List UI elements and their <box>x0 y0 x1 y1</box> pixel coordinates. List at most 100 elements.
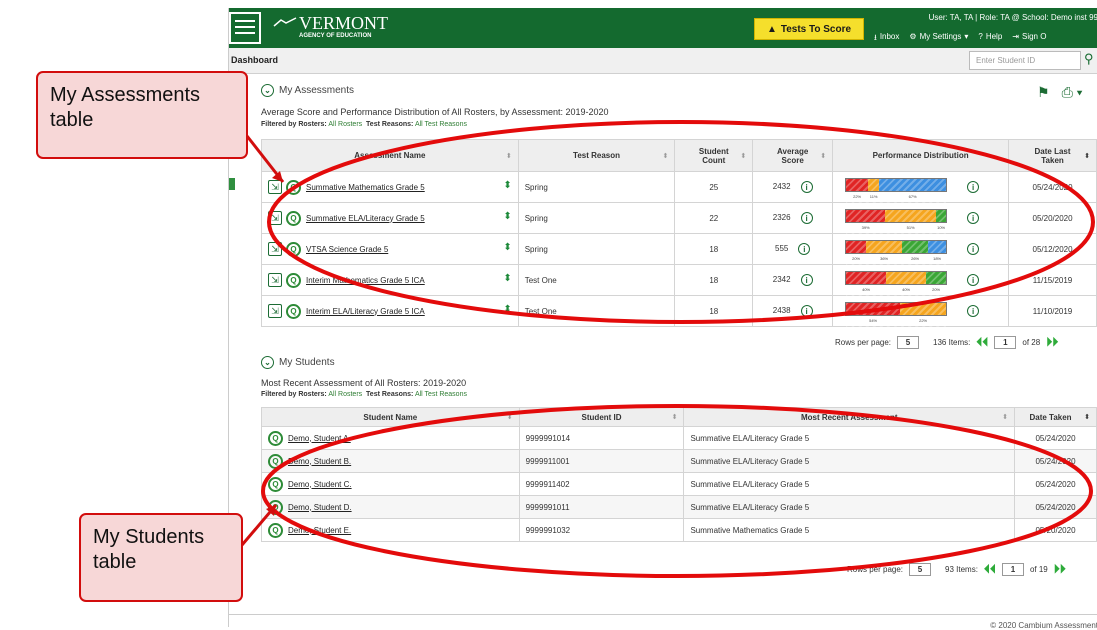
filter-reasons-value[interactable]: All Test Reasons <box>415 121 467 128</box>
tests-to-score-button[interactable]: ▲ Tests To Score <box>754 18 864 40</box>
assessment-link[interactable]: Interim Mathematics Grade 5 ICA <box>306 276 425 285</box>
col-date-taken[interactable]: Date Taken ⬍ <box>1014 407 1097 427</box>
export-icon[interactable]: ⇲ <box>268 273 282 287</box>
col-performance-distribution[interactable]: Performance Distribution <box>832 139 1010 172</box>
filter-rosters-value[interactable]: All Rosters <box>328 391 362 398</box>
collapse-chevron-icon[interactable]: ⌄ <box>261 84 274 97</box>
page-title: Dashboard <box>231 55 279 65</box>
students-table-body: Q Demo, Student A. 9999991014 Summative ELA… <box>261 426 1097 542</box>
gear-icon: ⚙ <box>909 32 917 41</box>
page-number-input[interactable]: 1 <box>994 336 1017 349</box>
student-link[interactable]: Demo, Student C. <box>288 480 352 489</box>
average-score-value: 555 <box>775 244 789 254</box>
table-row: ⇲ Q Interim Mathematics Grade 5 ICA ⬍ Test O… <box>261 264 1097 299</box>
magnifier-icon[interactable]: Q <box>286 272 301 288</box>
help-link[interactable]: ? Help <box>978 32 1002 46</box>
col-student-name[interactable]: Student Name ⬍ <box>261 407 520 427</box>
student-link[interactable]: Demo, Student B. <box>288 457 351 466</box>
filter-rosters-value[interactable]: All Rosters <box>328 121 362 128</box>
rows-per-page-select[interactable]: 5 <box>897 336 920 349</box>
info-icon[interactable]: i <box>967 181 980 193</box>
magnifier-icon[interactable]: Q <box>286 210 301 226</box>
expand-arrows-icon[interactable]: ⬍ <box>503 211 511 222</box>
table-row: ⇲ Q Interim ELA/Literacy Grade 5 ICA ⬍ Test … <box>261 295 1097 330</box>
performance-distribution-bar[interactable]: 20% 36% 26% 18% <box>845 240 948 268</box>
student-id-search-input[interactable] <box>969 51 1081 70</box>
assessment-link[interactable]: VTSA Science Grade 5 <box>306 245 388 254</box>
user-menu: ⭳ Inbox ⚙ My Settings ▾ ? Help ⇥ Sign O <box>874 32 1046 46</box>
info-icon[interactable]: i <box>800 305 813 317</box>
rows-per-page-select[interactable]: 5 <box>909 563 932 576</box>
col-test-reason[interactable]: Test Reason ⬍ <box>517 139 676 172</box>
magnifier-icon[interactable]: Q <box>286 241 301 257</box>
magnifier-icon[interactable]: Q <box>268 499 283 515</box>
average-score-value: 2342 <box>772 275 791 285</box>
table-row: Q Demo, Student B. 9999911001 Summative ELA… <box>261 449 1097 473</box>
info-icon[interactable]: i <box>967 212 980 224</box>
col-student-id[interactable]: Student ID ⬍ <box>518 407 685 427</box>
col-assessment-name[interactable]: Assessment Name ⬍ <box>261 139 519 172</box>
roster-icon[interactable]: ⚑ <box>1037 84 1050 101</box>
col-average-score-label: Average Score <box>777 146 809 165</box>
export-icon[interactable]: ⇲ <box>268 180 282 194</box>
filter-reasons-value[interactable]: All Test Reasons <box>415 391 467 398</box>
col-average-score[interactable]: Average Score ⬍ <box>752 139 834 172</box>
students-section-header[interactable]: ⌄ My Students <box>261 356 335 369</box>
prev-page-icon[interactable]: ⏴⏴ <box>976 335 988 350</box>
col-date-last-taken[interactable]: Date Last Taken ⬍ <box>1008 139 1097 172</box>
performance-distribution-bar[interactable]: 40% 40% 20% <box>845 271 948 299</box>
info-icon[interactable]: i <box>798 243 811 255</box>
export-icon[interactable]: ⇲ <box>268 304 282 318</box>
info-icon[interactable]: i <box>967 243 980 255</box>
export-icon[interactable]: ⇲ <box>268 211 282 225</box>
expand-arrows-icon[interactable]: ⬍ <box>503 242 511 253</box>
expand-arrows-icon[interactable]: ⬍ <box>503 180 511 191</box>
print-icon[interactable]: ⎙ ▾ <box>1062 84 1083 101</box>
col-student-count[interactable]: Student Count ⬍ <box>674 139 754 172</box>
assessment-link[interactable]: Summative Mathematics Grade 5 <box>306 183 425 192</box>
student-link[interactable]: Demo, Student E. <box>288 526 351 535</box>
info-icon[interactable]: i <box>967 305 980 317</box>
assessments-section-header[interactable]: ⌄ My Assessments <box>261 84 354 97</box>
info-icon[interactable]: i <box>967 274 980 286</box>
page-number-input[interactable]: 1 <box>1001 563 1024 576</box>
performance-distribution-bar[interactable]: 22% 11% 67% <box>845 178 948 206</box>
info-icon[interactable]: i <box>800 181 813 193</box>
next-page-icon[interactable]: ⏵⏵ <box>1046 335 1058 350</box>
magnifier-icon[interactable]: Q <box>268 430 283 446</box>
side-tab-marker[interactable] <box>229 178 235 190</box>
collapse-chevron-icon[interactable]: ⌄ <box>261 356 274 369</box>
student-link[interactable]: Demo, Student A. <box>288 434 351 443</box>
students-subtitle: Most Recent Assessment of All Rosters: 2… <box>261 378 467 388</box>
expand-arrows-icon[interactable]: ⬍ <box>503 304 511 315</box>
my-settings-label: My Settings <box>919 32 962 41</box>
assessment-link[interactable]: Interim ELA/Literacy Grade 5 ICA <box>306 307 425 316</box>
assessment-name-cell: ⇲ Q Summative Mathematics Grade 5 ⬍ <box>261 171 519 203</box>
performance-segment <box>902 241 929 253</box>
my-settings-link[interactable]: ⚙ My Settings ▾ <box>909 32 968 46</box>
inbox-link[interactable]: ⭳ Inbox <box>874 32 899 46</box>
info-icon[interactable]: i <box>800 274 813 286</box>
performance-distribution-bar[interactable]: 39% 51% 10% <box>845 209 948 237</box>
info-icon[interactable]: i <box>800 212 813 224</box>
agency-logo[interactable]: VERMONT AGENCY OF EDUCATION <box>273 13 388 39</box>
magnifier-icon[interactable]: Q <box>286 303 301 319</box>
col-most-recent-assessment[interactable]: Most Recent Assessment ⬍ <box>683 407 1016 427</box>
performance-percent-labels: 54% 22% <box>846 318 947 330</box>
most-recent-assessment-cell: Summative ELA/Literacy Grade 5 <box>683 426 1016 450</box>
prev-page-icon[interactable]: ⏴⏴ <box>984 562 996 577</box>
magnifier-icon[interactable]: Q <box>268 476 283 492</box>
magnifier-icon[interactable]: Q <box>268 522 283 538</box>
student-link[interactable]: Demo, Student D. <box>288 503 352 512</box>
search-icon[interactable]: ⚲ <box>1084 51 1094 67</box>
next-page-icon[interactable]: ⏵⏵ <box>1054 562 1066 577</box>
col-test-reason-label: Test Reason <box>573 151 621 160</box>
export-icon[interactable]: ⇲ <box>268 242 282 256</box>
performance-distribution-bar[interactable]: 54% 22% <box>845 302 948 330</box>
magnifier-icon[interactable]: Q <box>286 179 301 195</box>
assessment-link[interactable]: Summative ELA/Literacy Grade 5 <box>306 214 425 223</box>
sign-out-link[interactable]: ⇥ Sign O <box>1012 32 1046 46</box>
sort-icon: ⬍ <box>505 152 512 160</box>
magnifier-icon[interactable]: Q <box>268 453 283 469</box>
expand-arrows-icon[interactable]: ⬍ <box>503 273 511 284</box>
